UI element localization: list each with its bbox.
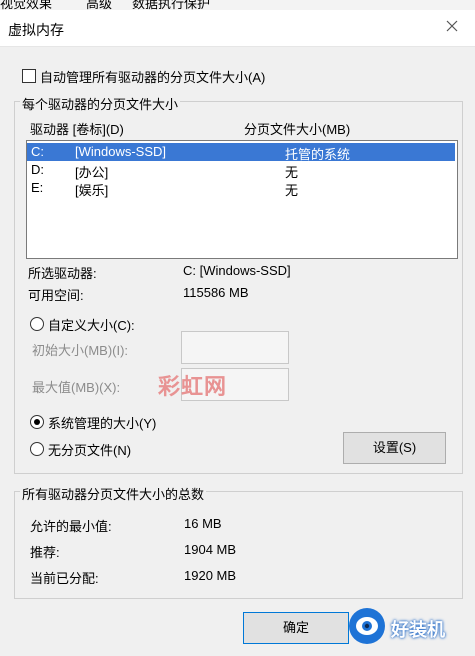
system-managed-radio[interactable]: [30, 415, 44, 429]
drive-label: [娱乐]: [75, 183, 109, 198]
custom-size-radio[interactable]: [30, 317, 44, 331]
drive-label: [Windows-SSD]: [75, 144, 167, 159]
recommended-value: 1904 MB: [184, 542, 237, 557]
size-column-header: 分页文件大小(MB): [244, 122, 351, 137]
no-paging-radio[interactable]: [30, 442, 44, 456]
ok-button-label: 确定: [282, 620, 309, 635]
free-space-value: 115586 MB: [183, 285, 249, 300]
allocated-label: 当前已分配:: [30, 571, 99, 586]
min-label: 允许的最小值:: [30, 519, 112, 534]
title-bar: [0, 10, 475, 47]
drive-letter: E:: [31, 180, 44, 195]
drive-letter: C:: [31, 144, 44, 159]
ok-button[interactable]: 确定: [243, 612, 349, 644]
per-drive-group-title: 每个驱动器的分页文件大小: [20, 94, 181, 113]
drive-letter: D:: [31, 162, 44, 177]
system-managed-label: 系统管理的大小(Y): [48, 416, 157, 431]
free-space-label: 可用空间:: [28, 288, 84, 303]
watermark-text: 彩虹网: [158, 374, 228, 399]
drive-row-e[interactable]: E: [娱乐] 无: [27, 179, 455, 198]
recommended-label: 推荐:: [30, 545, 60, 560]
initial-size-input[interactable]: [181, 331, 289, 364]
logo-text: 好装机: [391, 620, 445, 640]
drive-column-header: 驱动器 [卷标](D): [30, 122, 124, 137]
logo-eye-icon: [349, 608, 385, 644]
window-title: 虚拟内存: [8, 22, 64, 38]
no-paging-label: 无分页文件(N): [48, 443, 132, 458]
selected-drive-value: C: [Windows-SSD]: [183, 263, 291, 278]
allocated-value: 1920 MB: [184, 568, 237, 583]
set-button-label: 设置(S): [372, 440, 417, 455]
auto-manage-label: 自动管理所有驱动器的分页文件大小(A): [40, 70, 266, 85]
totals-group-title: 所有驱动器分页文件大小的总数: [20, 484, 207, 503]
drive-row-c[interactable]: C: [Windows-SSD] 托管的系统: [27, 143, 455, 162]
drive-size: 无: [285, 183, 299, 198]
min-value: 16 MB: [184, 516, 222, 531]
close-icon[interactable]: [440, 14, 464, 38]
selected-drive-label: 所选驱动器:: [28, 266, 97, 281]
max-size-label: 最大值(MB)(X):: [32, 380, 121, 395]
drive-list[interactable]: C: [Windows-SSD] 托管的系统 D: [办公] 无 E: [娱乐]…: [26, 140, 458, 259]
drive-row-d[interactable]: D: [办公] 无: [27, 161, 455, 180]
auto-manage-checkbox[interactable]: [22, 69, 36, 83]
custom-size-label: 自定义大小(C):: [48, 318, 135, 333]
set-button[interactable]: 设置(S): [343, 432, 446, 464]
initial-size-label: 初始大小(MB)(I):: [32, 343, 129, 358]
